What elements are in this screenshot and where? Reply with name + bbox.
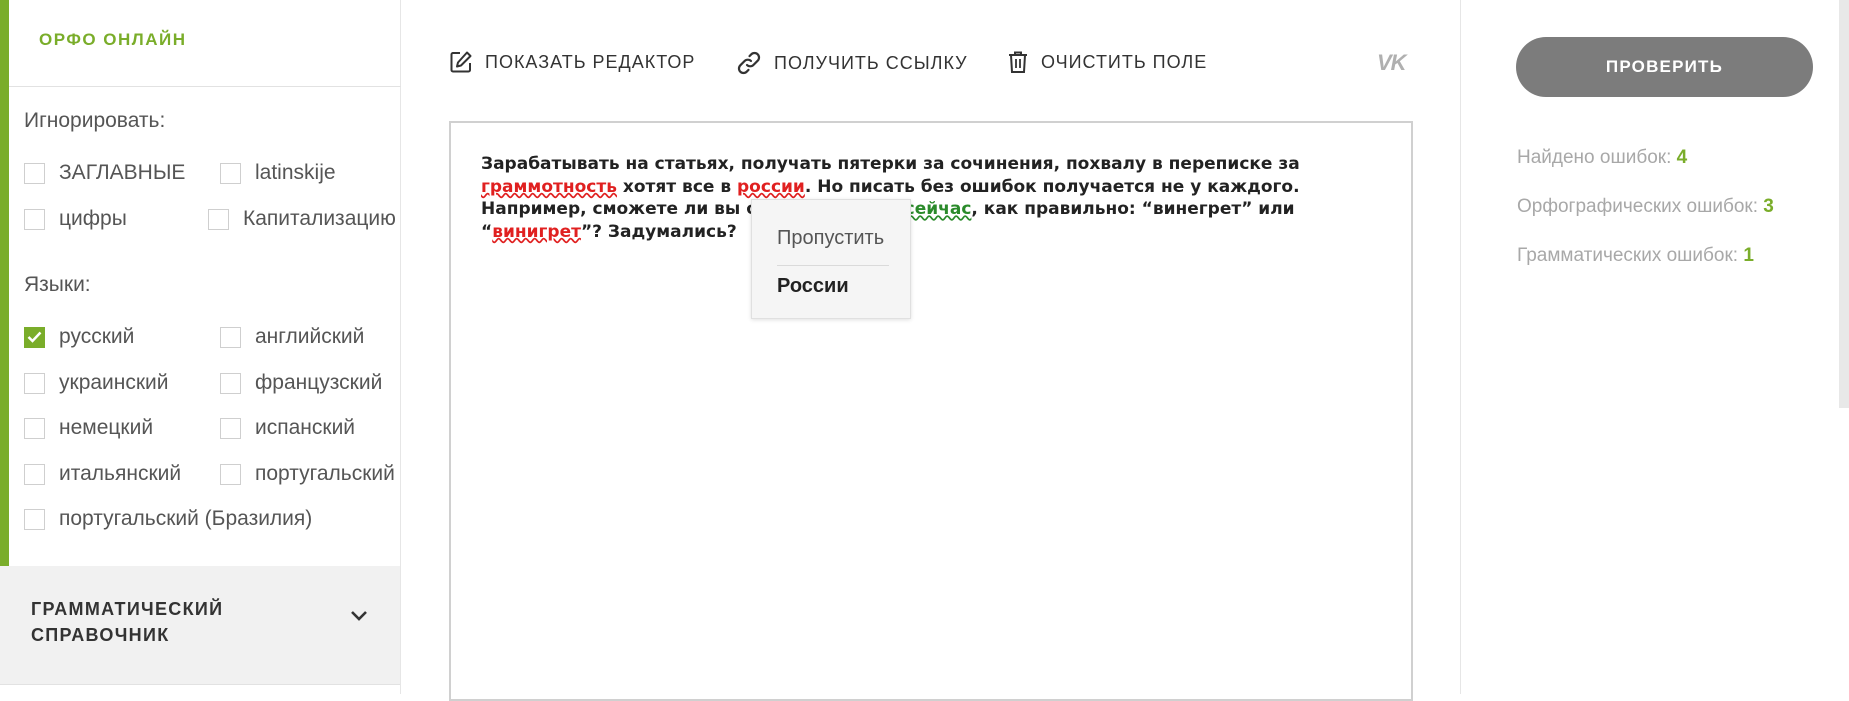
text-segment: хотят все в	[616, 176, 738, 197]
text-segment: Зарабатывать на статьях, получать пятерк…	[481, 154, 1300, 174]
checkbox-ignore-capitals[interactable]: ЗАГЛАВНЫЕ	[24, 161, 185, 185]
divider	[9, 86, 401, 87]
checkbox-ignore-digits[interactable]: цифры	[24, 207, 127, 231]
checkbox-label: украинский	[59, 371, 169, 394]
divider	[0, 684, 400, 685]
editor-text[interactable]: Зарабатывать на статьях, получать пятерк…	[481, 153, 1381, 243]
check-button[interactable]: ПРОВЕРИТЬ	[1516, 37, 1813, 97]
chevron-down-icon[interactable]	[350, 610, 368, 622]
divider	[777, 265, 889, 266]
checkbox-lang-portuguese-brazil[interactable]: португальский (Бразилия)	[24, 507, 312, 531]
checkbox-lang-french[interactable]: французский	[220, 371, 382, 395]
grammar-error-word[interactable]: сейчас	[905, 199, 972, 219]
skip-suggestion-item[interactable]: Пропустить	[777, 227, 884, 250]
brand-title[interactable]: ОРФО ОНЛАЙН	[39, 30, 187, 50]
results-panel	[1460, 0, 1849, 694]
checkbox-lang-ukrainian[interactable]: украинский	[24, 371, 169, 395]
stat-value: 3	[1763, 196, 1774, 217]
stat-label: Орфографических ошибок:	[1517, 196, 1764, 217]
checkbox-box[interactable]	[24, 326, 45, 348]
checkbox-label: английский	[255, 325, 365, 348]
checkbox-box[interactable]	[220, 162, 241, 184]
checkbox-lang-english[interactable]: английский	[220, 325, 364, 349]
checkbox-box[interactable]	[220, 417, 241, 439]
stat-value: 4	[1676, 147, 1688, 168]
checkbox-box[interactable]	[24, 508, 45, 530]
spelling-error-word[interactable]: россии	[737, 177, 805, 197]
trash-icon	[1009, 51, 1027, 73]
checkbox-box[interactable]	[24, 208, 45, 230]
get-link-button[interactable]: ПОЛУЧИТЬ ССЫЛКУ	[736, 50, 968, 76]
checkbox-box[interactable]	[220, 372, 241, 394]
checkbox-label: latinskije	[255, 161, 336, 184]
suggestion-item[interactable]: России	[777, 275, 849, 298]
show-editor-button[interactable]: ПОКАЗАТЬ РЕДАКТОР	[449, 50, 695, 74]
languages-section-title: Языки:	[24, 273, 91, 296]
clear-field-label: ОЧИСТИТЬ ПОЛЕ	[1041, 51, 1208, 72]
options-sidebar: ОРФО ОНЛАЙН Игнорировать: ЗАГЛАВНЫЕ lati…	[0, 0, 401, 694]
grammar-errors-stat: Грамматических ошибок: 1	[1517, 245, 1754, 267]
checkbox-box[interactable]	[24, 463, 45, 485]
checkbox-lang-spanish[interactable]: испанский	[220, 416, 355, 440]
checkbox-label: итальянский	[59, 462, 182, 485]
spelling-errors-stat: Орфографических ошибок: 3	[1517, 196, 1774, 218]
checkbox-label: испанский	[255, 416, 356, 439]
text-editor[interactable]: Зарабатывать на статьях, получать пятерк…	[449, 121, 1413, 701]
grammar-reference-label: ГРАММАТИЧЕСКИЙ СПРАВОЧНИК	[31, 596, 223, 648]
checkbox-lang-russian[interactable]: русский	[24, 325, 134, 349]
page-scrollbar[interactable]	[1839, 0, 1849, 408]
checkbox-box[interactable]	[220, 326, 241, 348]
errors-found-stat: Найдено ошибок: 4	[1517, 147, 1687, 169]
grammar-reference-line2: СПРАВОЧНИК	[31, 625, 170, 645]
sidebar-accent-bar	[0, 0, 9, 566]
checkbox-lang-portuguese[interactable]: португальский	[220, 462, 395, 486]
spelling-error-word[interactable]: винигрет	[492, 222, 581, 242]
checkbox-ignore-latin[interactable]: latinskije	[220, 161, 336, 185]
checkbox-lang-italian[interactable]: итальянский	[24, 462, 181, 486]
checkbox-box[interactable]	[24, 417, 45, 439]
checkbox-box[interactable]	[24, 372, 45, 394]
checkbox-label: русский	[59, 325, 135, 348]
checkbox-label: португальский (Бразилия)	[59, 507, 313, 530]
suggestion-popup: Пропустить России	[751, 199, 911, 319]
text-segment: ”? Задумались?	[580, 221, 737, 242]
checkbox-label: Капитализацию	[243, 207, 396, 230]
clear-field-button[interactable]: ОЧИСТИТЬ ПОЛЕ	[1007, 50, 1207, 74]
checkbox-box[interactable]	[220, 463, 241, 485]
spelling-error-word[interactable]: граммотность	[481, 177, 617, 197]
stat-value: 1	[1743, 245, 1754, 266]
checkbox-label: цифры	[59, 207, 127, 230]
checkmark-icon	[27, 331, 42, 343]
edit-icon	[450, 51, 472, 73]
get-link-label: ПОЛУЧИТЬ ССЫЛКУ	[774, 52, 968, 73]
show-editor-label: ПОКАЗАТЬ РЕДАКТОР	[485, 51, 696, 72]
link-icon	[737, 51, 761, 75]
vk-share-icon[interactable]: VK	[1377, 50, 1407, 76]
stat-label: Найдено ошибок:	[1517, 147, 1677, 168]
checkbox-box[interactable]	[24, 162, 45, 184]
grammar-reference-line1: ГРАММАТИЧЕСКИЙ	[31, 599, 224, 619]
checkbox-lang-german[interactable]: немецкий	[24, 416, 153, 440]
grammar-reference-accordion[interactable]: ГРАММАТИЧЕСКИЙ СПРАВОЧНИК	[0, 566, 400, 684]
ignore-section-title: Игнорировать:	[24, 109, 166, 132]
checkbox-box[interactable]	[208, 208, 229, 230]
checkbox-label: французский	[255, 371, 383, 394]
checkbox-label: немецкий	[59, 416, 154, 439]
stat-label: Грамматических ошибок:	[1517, 245, 1744, 266]
checkbox-label: португальский	[255, 462, 395, 485]
checkbox-label: ЗАГЛАВНЫЕ	[59, 161, 186, 184]
checkbox-ignore-capitalization[interactable]: Капитализацию	[208, 207, 396, 231]
